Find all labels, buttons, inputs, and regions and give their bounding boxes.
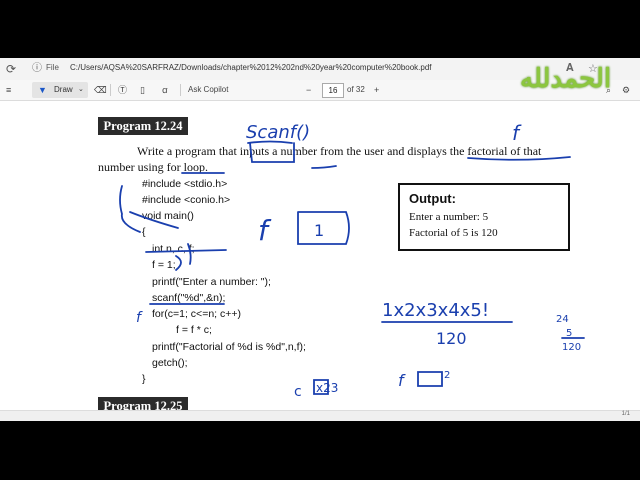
page-indicator: 1/1 [621, 411, 630, 417]
copilot-button[interactable]: Ask Copilot [188, 83, 228, 97]
page-footer: 1/1 [0, 410, 640, 421]
output-line-2: Factorial of 5 is 120 [409, 227, 498, 239]
code-line: #include <stdio.h> [142, 178, 228, 190]
draw-label: Draw [54, 85, 73, 94]
page-number-input[interactable]: 16 [322, 83, 344, 98]
eraser-icon[interactable]: ⌫ [94, 83, 107, 97]
code-line: printf("Enter a number: "); [152, 276, 271, 288]
page-total: of 32 [347, 85, 365, 94]
code-line: getch(); [152, 357, 188, 369]
output-line-1: Enter a number: 5 [409, 211, 489, 223]
code-line: f = f * c; [176, 324, 212, 336]
code-line: { [142, 226, 146, 238]
code-line: printf("Factorial of %d is %d",n,f); [152, 341, 306, 353]
program-heading: Program 12.24 [98, 117, 188, 135]
code-line: for(c=1; c<=n; c++) [152, 308, 242, 320]
description-line-2: number using for loop. [98, 160, 208, 174]
divider [110, 84, 111, 96]
read-aloud-icon-2[interactable]: ꭤ [162, 83, 168, 97]
page-view-icon[interactable]: ▯ [140, 83, 145, 97]
code-line: scanf("%d",&n); [152, 292, 226, 304]
code-line: #include <conio.h> [142, 194, 231, 206]
output-box: Output: Enter a number: 5 Factorial of 5… [398, 183, 570, 251]
menu-icon[interactable]: ≡ [6, 83, 11, 97]
code-line: f = 1; [152, 259, 176, 271]
output-title: Output: [409, 191, 456, 206]
draw-icon: ▼ [38, 85, 47, 95]
code-line: void main() [142, 210, 194, 222]
code-line: int n, c, f; [152, 243, 195, 255]
stamp-text: الحمدلله [520, 64, 612, 94]
refresh-icon[interactable]: ⟳ [6, 62, 16, 76]
divider [180, 84, 181, 96]
info-icon[interactable]: ⓘ [32, 62, 42, 76]
file-label: File [46, 63, 59, 72]
url-text[interactable]: C:/Users/AQSA%20SARFRAZ/Downloads/chapte… [70, 63, 432, 72]
chevron-down-icon[interactable]: ⌄ [78, 85, 84, 93]
code-line: } [142, 373, 146, 385]
zoom-out-icon[interactable]: − [306, 83, 311, 97]
zoom-in-icon[interactable]: + [374, 83, 379, 97]
description-line-1: Write a program that inputs a number fro… [137, 144, 542, 158]
settings-icon[interactable]: ⚙ [622, 83, 630, 97]
text-icon[interactable]: Ⓣ [118, 83, 127, 97]
draw-button[interactable]: ▼ Draw ⌄ [32, 82, 88, 98]
